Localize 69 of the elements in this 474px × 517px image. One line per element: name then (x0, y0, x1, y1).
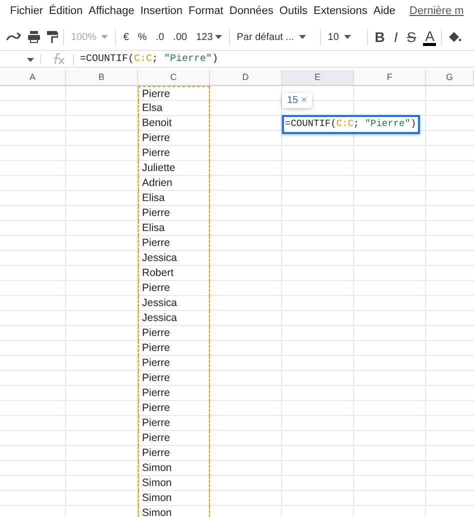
table-cell: Simon (138, 506, 210, 517)
menu-item[interactable]: Fichier (10, 5, 44, 17)
table-cell: Juliette (138, 161, 210, 176)
italic-button[interactable]: I (392, 29, 400, 45)
table-cell: Elisa (138, 191, 210, 206)
caret-icon[interactable] (27, 58, 34, 62)
table-cell: Pierre (138, 416, 210, 431)
table-cell: Pierre (138, 281, 210, 296)
cell-editor[interactable]: =COUNTIF(C:C; "Pierre") (282, 115, 420, 134)
font-size-dropdown[interactable]: 10 (326, 32, 362, 42)
table-cell: Pierre (138, 401, 210, 416)
font-dropdown[interactable]: Par défaut ... (234, 32, 315, 42)
table-cell: Pierre (138, 326, 210, 341)
paint-format-icon[interactable] (46, 30, 58, 44)
table-cell: Pierre (138, 371, 210, 386)
menu-item[interactable]: Format (188, 5, 224, 17)
table-cell: Elsa (138, 101, 210, 116)
menu-item[interactable]: Aide (373, 5, 396, 17)
column-header[interactable]: E (282, 70, 354, 86)
result-tooltip: 15 × (282, 93, 312, 108)
percent-button[interactable]: % (136, 32, 149, 42)
table-cell: Benoit (138, 116, 210, 131)
column-header[interactable]: B (66, 70, 138, 86)
table-cell: Pierre (138, 386, 210, 401)
increase-decimals-button[interactable]: .00 (171, 32, 190, 42)
last-edit-link[interactable]: Dernière m (409, 5, 464, 17)
menu-item[interactable]: Affichage (88, 5, 134, 17)
caret-icon (344, 34, 351, 39)
menu-item[interactable]: Données (229, 5, 274, 17)
table-cell: Pierre (138, 206, 210, 221)
currency-button[interactable]: € (121, 32, 131, 42)
bold-button[interactable]: B (372, 29, 387, 45)
table-cell: Pierre (138, 446, 210, 461)
column-header[interactable]: G (426, 70, 474, 86)
redo-icon[interactable] (6, 31, 22, 43)
text-color-button[interactable]: A (423, 28, 436, 46)
table-cell: Pierre (138, 341, 210, 356)
table-cell: Jessica (138, 311, 210, 326)
strikethrough-button[interactable]: S (404, 29, 418, 45)
table-cell: Simon (138, 491, 210, 506)
menu-item[interactable]: Édition (49, 5, 83, 17)
decrease-decimals-button[interactable]: .0 (154, 32, 166, 42)
menu-item[interactable]: Extensions (314, 5, 368, 17)
fill-color-icon[interactable] (447, 30, 462, 44)
table-cell: Pierre (138, 131, 210, 146)
menu-item[interactable]: Outils (279, 5, 308, 17)
table-cell: Simon (138, 476, 210, 491)
caret-icon (214, 34, 222, 39)
caret-icon (298, 34, 306, 39)
table-cell: Pierre (138, 146, 210, 161)
table-cell: Pierre (138, 86, 210, 101)
column-header[interactable]: A (0, 70, 66, 86)
table-cell: Pierre (138, 356, 210, 371)
table-cell: Pierre (138, 431, 210, 446)
column-header[interactable]: F (354, 70, 426, 86)
caret-icon (101, 34, 108, 39)
table-cell: Simon (138, 461, 210, 476)
formula-input[interactable]: =COUNTIF(C:C; "Pierre") (73, 54, 218, 64)
menu-item[interactable]: Insertion (140, 5, 183, 17)
print-icon[interactable] (27, 30, 41, 44)
table-cell: Jessica (138, 296, 210, 311)
column-header[interactable]: D (210, 70, 282, 86)
table-cell: Elisa (138, 221, 210, 236)
column-header[interactable]: C (138, 70, 210, 86)
number-format-dropdown[interactable]: 123 (194, 32, 224, 42)
table-cell: Jessica (138, 251, 210, 266)
table-cell: Robert (138, 266, 210, 281)
table-cell: Pierre (138, 236, 210, 251)
table-cell: Adrien (138, 176, 210, 191)
